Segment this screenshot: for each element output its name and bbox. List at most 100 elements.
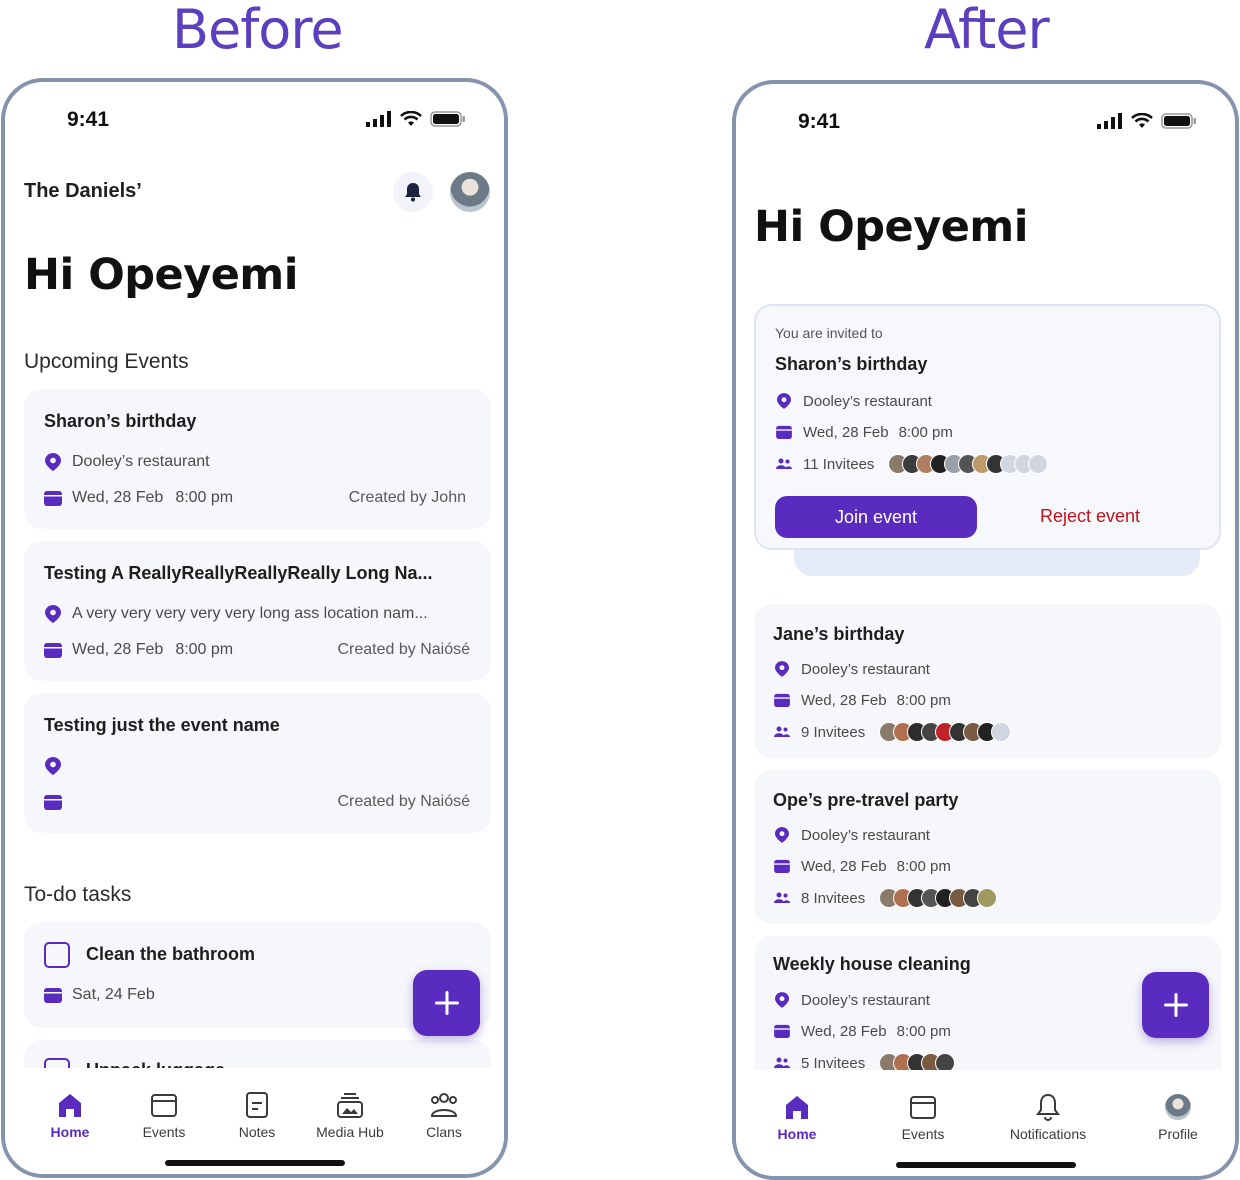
calendar-icon	[44, 986, 62, 1004]
event-location: Dooley’s restaurant	[72, 453, 210, 470]
plus-icon	[1163, 993, 1188, 1017]
event-title: Testing just the event name	[44, 715, 280, 735]
tab-notifications[interactable]: Notifications	[998, 1092, 1098, 1142]
task-checkbox[interactable]	[44, 942, 70, 968]
home-icon	[786, 1096, 808, 1119]
event-date: Wed, 28 Feb	[72, 489, 164, 506]
status-time: 9:41	[798, 110, 841, 133]
event-card[interactable]: Sharon’s birthday Dooley’s restaurant We…	[24, 389, 491, 529]
reject-event-button[interactable]: Reject event	[1040, 506, 1140, 527]
family-name[interactable]: The Daniels’	[24, 180, 142, 203]
join-event-button[interactable]: Join event	[775, 496, 977, 538]
tab-events[interactable]: Events	[878, 1092, 968, 1142]
notes-icon	[246, 1092, 268, 1118]
bell-icon	[1036, 1093, 1060, 1121]
event-title: Testing A ReallyReallyReallyReally Long …	[44, 563, 433, 583]
signal-icon	[366, 111, 391, 127]
event-title: Jane’s birthday	[773, 624, 905, 644]
invitee-avatars[interactable]	[888, 454, 1049, 474]
status-time: 9:41	[67, 108, 110, 131]
after-heading: After	[924, 0, 1050, 61]
location-pin-icon	[44, 757, 62, 775]
calendar-icon	[773, 1022, 791, 1040]
notification-button[interactable]	[393, 172, 433, 212]
event-creator: Created by John	[348, 489, 466, 506]
tab-home[interactable]: Home	[25, 1090, 115, 1140]
event-date: Wed, 28 Feb	[801, 1022, 887, 1040]
people-icon	[773, 889, 791, 907]
event-time: 8:00 pm	[896, 691, 951, 709]
status-bar: 9:41	[5, 108, 504, 132]
tab-notes[interactable]: Notes	[212, 1090, 302, 1140]
tab-home[interactable]: Home	[752, 1092, 842, 1142]
tasks-section-title: To-do tasks	[24, 883, 132, 906]
battery-icon	[430, 111, 465, 127]
event-title: Weekly house cleaning	[773, 954, 971, 974]
task-date: Sat, 24 Feb	[72, 986, 155, 1003]
signal-icon	[1097, 113, 1122, 129]
avatar	[991, 722, 1012, 742]
invitee-avatars[interactable]	[879, 722, 1012, 742]
battery-icon	[1161, 113, 1196, 129]
avatar	[977, 888, 998, 908]
before-heading: Before	[172, 0, 344, 61]
event-title: Sharon’s birthday	[44, 411, 197, 431]
event-invitees: 8 Invitees	[801, 889, 866, 907]
before-phone: 9:41 The Daniels’ Hi Opeyemi Upcoming Ev…	[1, 78, 508, 1178]
people-icon	[773, 723, 791, 741]
wifi-icon	[1131, 113, 1153, 128]
add-button[interactable]	[1142, 972, 1209, 1038]
calendar-icon	[151, 1094, 177, 1117]
event-time: 8:00 pm	[175, 489, 234, 506]
home-icon	[59, 1094, 81, 1117]
calendar-icon	[44, 641, 62, 659]
invite-card[interactable]: You are invited to Sharon’s birthday Doo…	[754, 304, 1221, 550]
calendar-icon	[773, 857, 791, 875]
calendar-icon	[910, 1096, 936, 1119]
bell-icon	[405, 183, 421, 202]
event-location: Dooley’s restaurant	[801, 660, 930, 678]
home-indicator	[895, 1162, 1076, 1168]
location-pin-icon	[773, 826, 791, 844]
event-date: Wed, 28 Feb	[801, 691, 887, 709]
event-card[interactable]: Testing just the event name Created by N…	[24, 693, 491, 833]
location-pin-icon	[44, 605, 62, 623]
tab-profile[interactable]: Profile	[1133, 1092, 1223, 1142]
after-phone: 9:41 Hi Opeyemi You are invited to Sharo…	[732, 80, 1239, 1180]
tab-media-hub[interactable]: Media Hub	[305, 1090, 395, 1140]
event-date: Wed, 28 Feb	[72, 641, 164, 658]
status-bar: 9:41	[736, 110, 1235, 134]
event-time: 8:00 pm	[896, 857, 951, 875]
media-hub-icon	[337, 1093, 363, 1118]
tab-events[interactable]: Events	[119, 1090, 209, 1140]
invitee-avatars[interactable]	[879, 888, 998, 908]
tab-clans[interactable]: Clans	[399, 1090, 489, 1140]
avatar	[1028, 454, 1049, 474]
profile-avatar	[1165, 1094, 1191, 1120]
event-card[interactable]: Ope’s pre-travel party Dooley’s restaura…	[754, 770, 1221, 924]
greeting: Hi Opeyemi	[754, 202, 1028, 252]
location-pin-icon	[775, 392, 793, 410]
invite-label: You are invited to	[775, 325, 883, 341]
invite-time: 8:00 pm	[898, 423, 953, 441]
event-location: Dooley’s restaurant	[801, 991, 930, 1009]
event-time: 8:00 pm	[175, 641, 234, 658]
event-location: A very very very very very long ass loca…	[72, 605, 428, 622]
event-title: Ope’s pre-travel party	[773, 790, 959, 810]
event-card[interactable]: Testing A ReallyReallyReallyReally Long …	[24, 541, 491, 681]
invite-location: Dooley’s restaurant	[803, 392, 932, 410]
home-indicator	[164, 1160, 345, 1166]
calendar-icon	[44, 793, 62, 811]
greeting: Hi Opeyemi	[24, 250, 298, 300]
invite-invitees: 11 Invitees	[803, 455, 875, 473]
event-invitees: 9 Invitees	[801, 723, 866, 741]
calendar-icon	[44, 489, 62, 507]
wifi-icon	[400, 111, 422, 126]
task-title: Clean the bathroom	[86, 944, 256, 964]
add-button[interactable]	[413, 970, 480, 1036]
events-section-title: Upcoming Events	[24, 350, 189, 373]
avatar[interactable]	[450, 172, 490, 212]
clans-icon	[430, 1093, 458, 1117]
location-pin-icon	[773, 991, 791, 1009]
event-card[interactable]: Jane’s birthday Dooley’s restaurant Wed,…	[754, 604, 1221, 758]
